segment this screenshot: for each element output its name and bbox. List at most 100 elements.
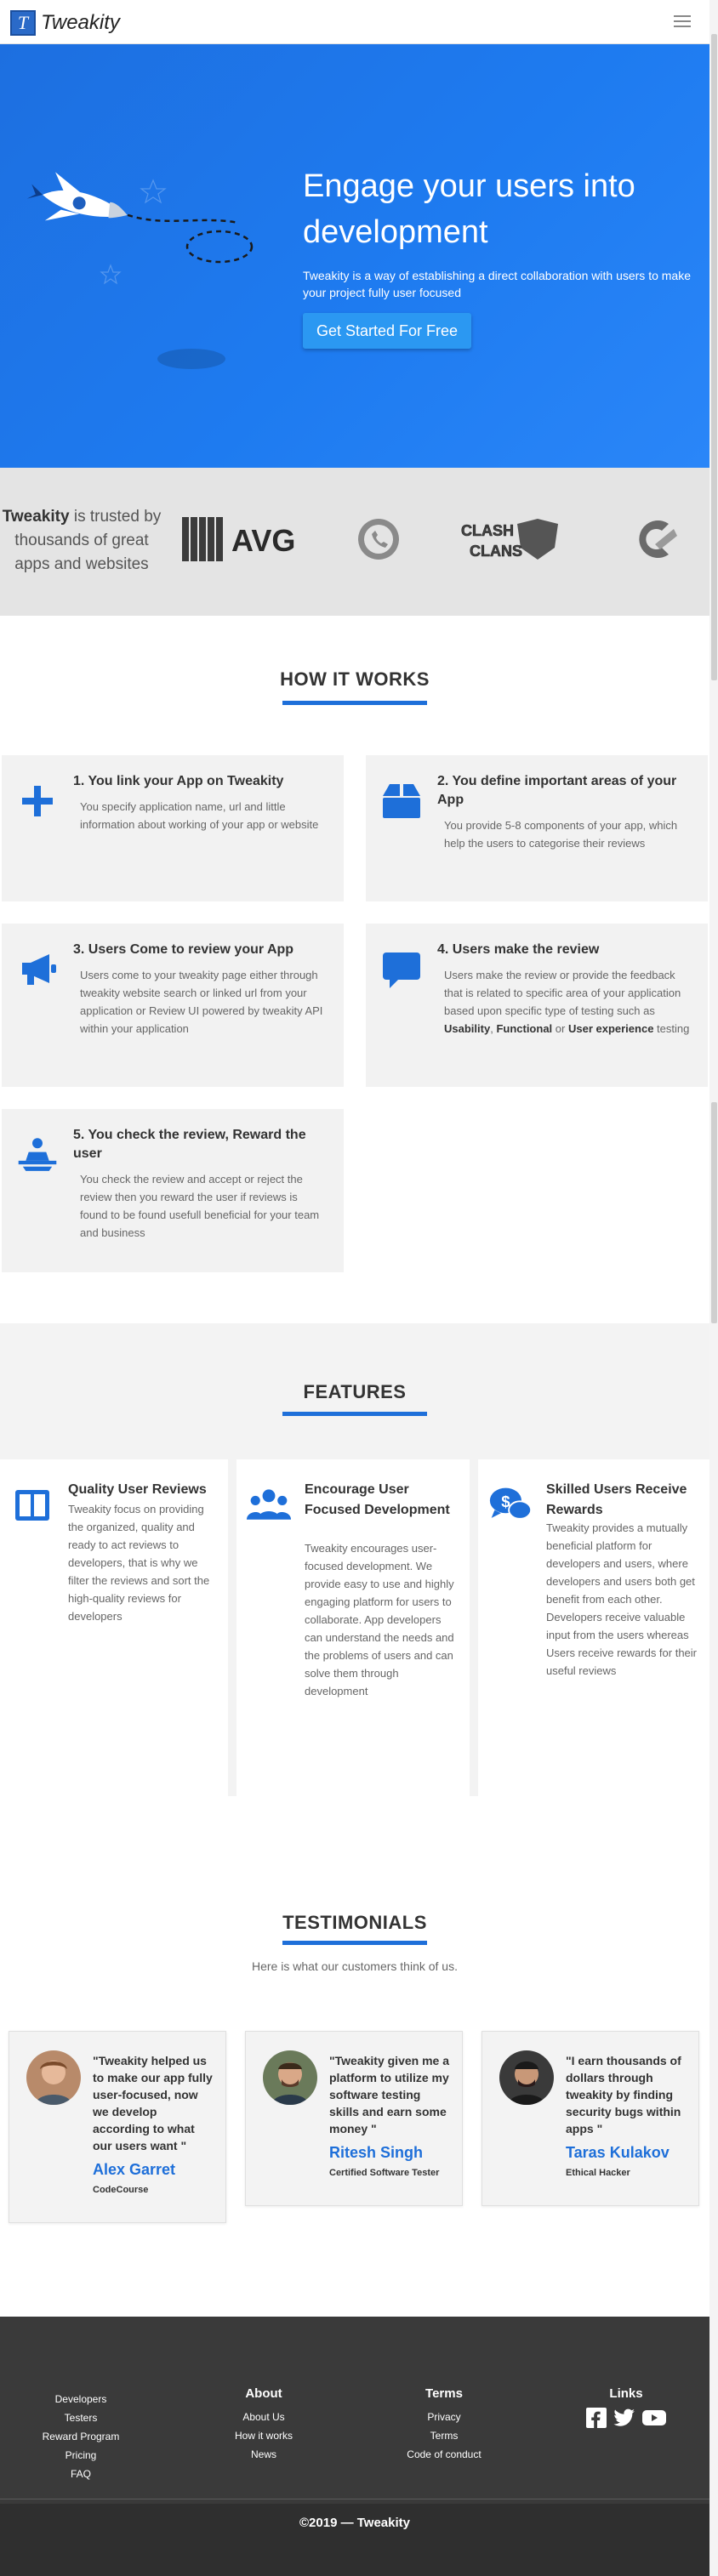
columns-icon [10,1483,54,1527]
step-title: 2. You define important areas of your Ap… [437,774,677,807]
twitter-icon[interactable] [613,2408,635,2428]
testimonials-title: TESTIMONIALS [282,1912,427,1933]
step-text: You provide 5-8 components of your app, … [444,819,678,850]
step-text-usability: Usability [444,1022,491,1035]
step-card-2: 2. You define important areas of your Ap… [366,755,708,901]
avatar [499,2050,554,2105]
testimonial-card-1: "Tweakity helped us to make our app full… [9,2031,226,2223]
svg-text:$: $ [501,1493,510,1510]
footer-link-reward-program[interactable]: Reward Program [34,2427,128,2446]
footer-link-faq[interactable]: FAQ [34,2465,128,2483]
testimonial-role: Ethical Hacker [566,2168,630,2178]
testimonials-section: TESTIMONIALS Here is what our customers … [0,1796,709,2317]
footer-link-pricing[interactable]: Pricing [34,2446,128,2465]
step-card-1: 1. You link your App on Tweakity You spe… [2,755,344,901]
feature-text: Tweakity focus on providing the organize… [68,1503,210,1623]
footer-col-links: Links [575,2386,677,2428]
footer-col-terms: Terms Privacy Terms Code of conduct [393,2386,495,2464]
youtube-icon[interactable] [642,2408,666,2428]
step-text-sep-2: or [555,1022,566,1035]
footer-link-how-it-works[interactable]: How it works [213,2426,315,2445]
ccleaner-logo [621,505,689,573]
logo-mark: T [10,10,36,36]
navbar: T Tweakity [0,0,709,44]
plus-icon [17,781,58,822]
box-icon [381,781,422,822]
hero-subtitle: Tweakity is a way of establishing a dire… [303,269,691,299]
features-title-underline [282,1412,427,1416]
presenter-icon [17,1134,58,1175]
comment-icon [381,949,422,990]
feature-card-2: Encourage User Focused Development Tweak… [236,1459,470,1796]
avatar [26,2050,81,2105]
step-card-3: 3. Users Come to review your App Users c… [2,924,344,1087]
users-icon [247,1483,291,1527]
how-it-works-section: HOW IT WORKS 1. You link your App on Twe… [0,616,709,1323]
footer-link-developers[interactable]: Developers [34,2390,128,2408]
testimonials-subtitle: Here is what our customers think of us. [252,1959,458,1973]
testimonial-quote: "Tweakity given me a platform to utilize… [329,2054,449,2135]
step-title: 4. Users make the review [437,942,600,957]
logo[interactable]: T Tweakity [10,10,120,36]
footer-link-terms[interactable]: Terms [393,2426,495,2445]
feature-title: Quality User Reviews [68,1482,207,1497]
whatsapp-logo [349,505,408,573]
footer-links-title: Links [609,2386,643,2401]
feature-title: Skilled Users Receive Rewards [546,1482,687,1517]
feature-text: Tweakity encourages user-focused develop… [305,1542,454,1697]
trusted-by-text: Tweakity is trusted by thousands of grea… [0,505,163,577]
social-icons [575,2408,677,2428]
feature-text: Tweakity provides a mutually beneficial … [546,1521,697,1677]
trusted-brand: Tweakity [2,508,70,526]
megaphone-icon [17,949,58,990]
avatar [263,2050,317,2105]
facebook-icon[interactable] [586,2408,607,2428]
footer-link-code-of-conduct[interactable]: Code of conduct [393,2445,495,2464]
hero-title: Engage your users into development [303,168,635,250]
step-card-5: 5. You check the review, Reward the user… [2,1109,344,1272]
avg-logo: AVG [179,505,306,573]
step-title: 1. You link your App on Tweakity [73,774,284,788]
hamburger-menu-icon[interactable] [674,15,691,29]
footer-link-testers[interactable]: Testers [34,2408,128,2427]
footer-link-privacy[interactable]: Privacy [393,2408,495,2426]
feature-card-3: $ Skilled Users Receive Rewards Tweakity… [478,1459,709,1796]
money-chat-icon: $ [488,1483,533,1527]
step-text: You check the review and accept or rejec… [80,1173,320,1239]
page-scrollbar[interactable] [709,0,718,2576]
testimonial-quote: "I earn thousands of dollars through twe… [566,2054,681,2135]
get-started-button[interactable]: Get Started For Free [303,313,471,349]
step-card-4: 4. Users make the review Users make the … [366,924,708,1087]
step-title: 5. You check the review, Reward the user [73,1128,306,1161]
step-title: 3. Users Come to review your App [73,942,294,957]
feature-card-1: Quality User Reviews Tweakity focus on p… [0,1459,228,1796]
features-title: FEATURES [303,1381,407,1402]
scrollbar-thumb[interactable] [711,34,717,680]
footer-col-about: About About Us How it works News [213,2386,315,2464]
step-text: Users come to your tweakity page either … [80,969,323,1035]
testimonial-quote: "Tweakity helped us to make our app full… [93,2054,213,2152]
testimonial-role: CodeCourse [93,2185,149,2195]
feature-title: Encourage User Focused Development [305,1482,450,1517]
step-text-prefix: Users make the review or provide the fee… [444,969,681,1017]
scrollbar-thumb-lower [711,1102,717,1323]
step-text-user-experience: User experience [567,1022,654,1035]
how-it-works-title: HOW IT WORKS [280,668,430,690]
copyright: ©2019 — Tweakity [0,2504,709,2576]
rocket-illustration [26,172,254,369]
how-title-underline [282,701,427,705]
footer: Developers Testers Reward Program Pricin… [0,2317,709,2576]
footer-link-news[interactable]: News [213,2445,315,2464]
step-text: You specify application name, url and li… [80,800,319,831]
clash-of-clans-logo: CLASH CLANS [456,505,567,573]
testimonial-name: Alex Garret [93,2161,176,2178]
step-text: Users make the review or provide the fee… [444,966,691,1038]
footer-link-about-us[interactable]: About Us [213,2408,315,2426]
trusted-by-section: Tweakity is trusted by thousands of grea… [0,468,709,616]
testimonial-role: Certified Software Tester [329,2168,440,2178]
footer-terms-title: Terms [425,2386,463,2401]
footer-about-title: About [245,2386,282,2401]
testimonials-title-underline [282,1941,427,1945]
step-text-sep-1: , [490,1022,493,1035]
step-text-suffix: testing [657,1022,690,1035]
